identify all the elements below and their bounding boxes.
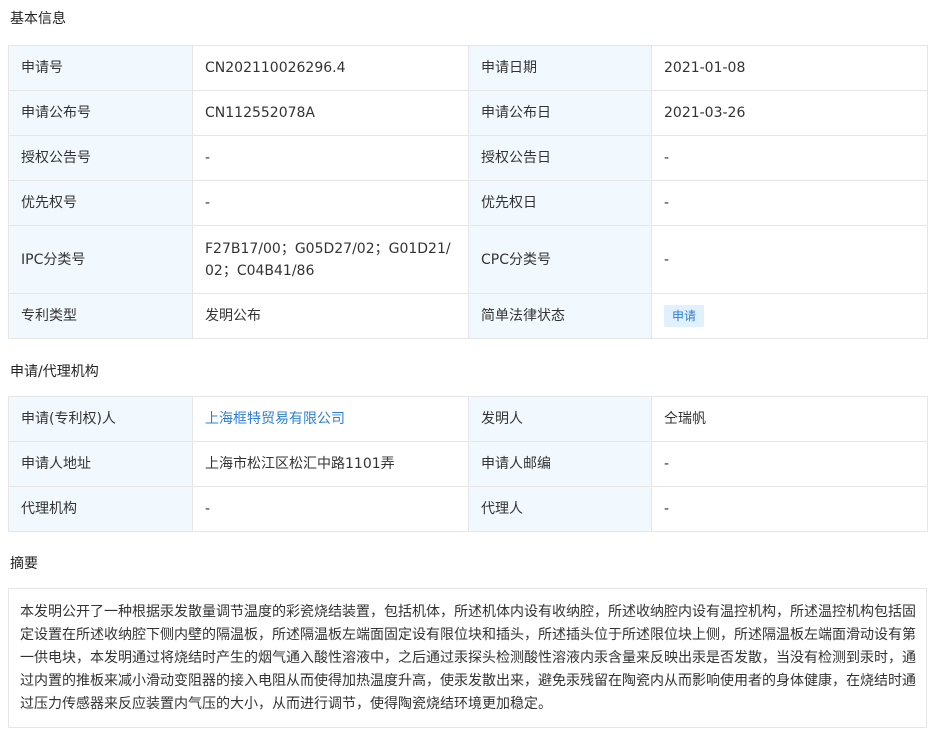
table-row: 申请人地址 上海市松江区松汇中路1101弄 申请人邮编 - xyxy=(8,441,928,487)
patent-type-label: 专利类型 xyxy=(8,293,193,339)
ipc-value-line-2: 02；C04B41/86 xyxy=(205,262,315,279)
application-no-label: 申请号 xyxy=(8,45,193,91)
applicant-link[interactable]: 上海框特贸易有限公司 xyxy=(205,411,345,427)
publication-no-value: CN112552078A xyxy=(192,90,469,136)
basic-info-table: 申请号 CN202110026296.4 申请日期 2021-01-08 申请公… xyxy=(8,45,928,339)
abstract-text: 本发明公开了一种根据汞发散量调节温度的彩瓷烧结装置，包括机体，所述机体内设有收纳… xyxy=(20,604,916,712)
table-row: 授权公告号 - 授权公告日 - xyxy=(8,135,928,181)
address-value: 上海市松江区松汇中路1101弄 xyxy=(192,441,469,487)
application-no-value: CN202110026296.4 xyxy=(192,45,469,91)
ipc-value: F27B17/00；G05D27/02；G01D21/ 02；C04B41/86 xyxy=(192,225,469,294)
priority-no-label: 优先权号 xyxy=(8,180,193,226)
inventor-value: 仝瑞帆 xyxy=(651,396,928,442)
address-label: 申请人地址 xyxy=(8,441,193,487)
grant-no-label: 授权公告号 xyxy=(8,135,193,181)
cpc-label: CPC分类号 xyxy=(468,225,652,294)
table-row: 优先权号 - 优先权日 - xyxy=(8,180,928,226)
application-date-label: 申请日期 xyxy=(468,45,652,91)
grant-no-value: - xyxy=(192,135,469,181)
section-title-basic: 基本信息 xyxy=(10,11,66,27)
application-date-value: 2021-01-08 xyxy=(651,45,928,91)
table-row: 申请号 CN202110026296.4 申请日期 2021-01-08 xyxy=(8,45,928,91)
section-title-agency: 申请/代理机构 xyxy=(10,364,99,380)
publication-date-label: 申请公布日 xyxy=(468,90,652,136)
table-row: 代理机构 - 代理人 - xyxy=(8,486,928,532)
abstract-box: 本发明公开了一种根据汞发散量调节温度的彩瓷烧结装置，包括机体，所述机体内设有收纳… xyxy=(8,588,927,728)
table-row: 专利类型 发明公布 简单法律状态 申请 xyxy=(8,293,928,339)
table-row: 申请公布号 CN112552078A 申请公布日 2021-03-26 xyxy=(8,90,928,136)
grant-date-label: 授权公告日 xyxy=(468,135,652,181)
publication-no-label: 申请公布号 xyxy=(8,90,193,136)
agent-label: 代理人 xyxy=(468,486,652,532)
priority-date-label: 优先权日 xyxy=(468,180,652,226)
patent-type-value: 发明公布 xyxy=(192,293,469,339)
cpc-value: - xyxy=(651,225,928,294)
status-badge: 申请 xyxy=(664,305,705,327)
postcode-value: - xyxy=(651,441,928,487)
legal-status-label: 简单法律状态 xyxy=(468,293,652,339)
ipc-label: IPC分类号 xyxy=(8,225,193,294)
legal-status-cell: 申请 xyxy=(651,293,928,339)
agency-info-table: 申请(专利权)人 上海框特贸易有限公司 发明人 仝瑞帆 申请人地址 上海市松江区… xyxy=(8,396,928,532)
section-title-abstract: 摘要 xyxy=(10,556,38,572)
grant-date-value: - xyxy=(651,135,928,181)
applicant-value: 上海框特贸易有限公司 xyxy=(192,396,469,442)
postcode-label: 申请人邮编 xyxy=(468,441,652,487)
agent-value: - xyxy=(651,486,928,532)
priority-date-value: - xyxy=(651,180,928,226)
ipc-value-line-1: F27B17/00；G05D27/02；G01D21/ xyxy=(205,240,451,257)
agency-label: 代理机构 xyxy=(8,486,193,532)
priority-no-value: - xyxy=(192,180,469,226)
inventor-label: 发明人 xyxy=(468,396,652,442)
publication-date-value: 2021-03-26 xyxy=(651,90,928,136)
applicant-label: 申请(专利权)人 xyxy=(8,396,193,442)
table-row: IPC分类号 F27B17/00；G05D27/02；G01D21/ 02；C0… xyxy=(8,225,928,294)
agency-value: - xyxy=(192,486,469,532)
table-row: 申请(专利权)人 上海框特贸易有限公司 发明人 仝瑞帆 xyxy=(8,396,928,442)
